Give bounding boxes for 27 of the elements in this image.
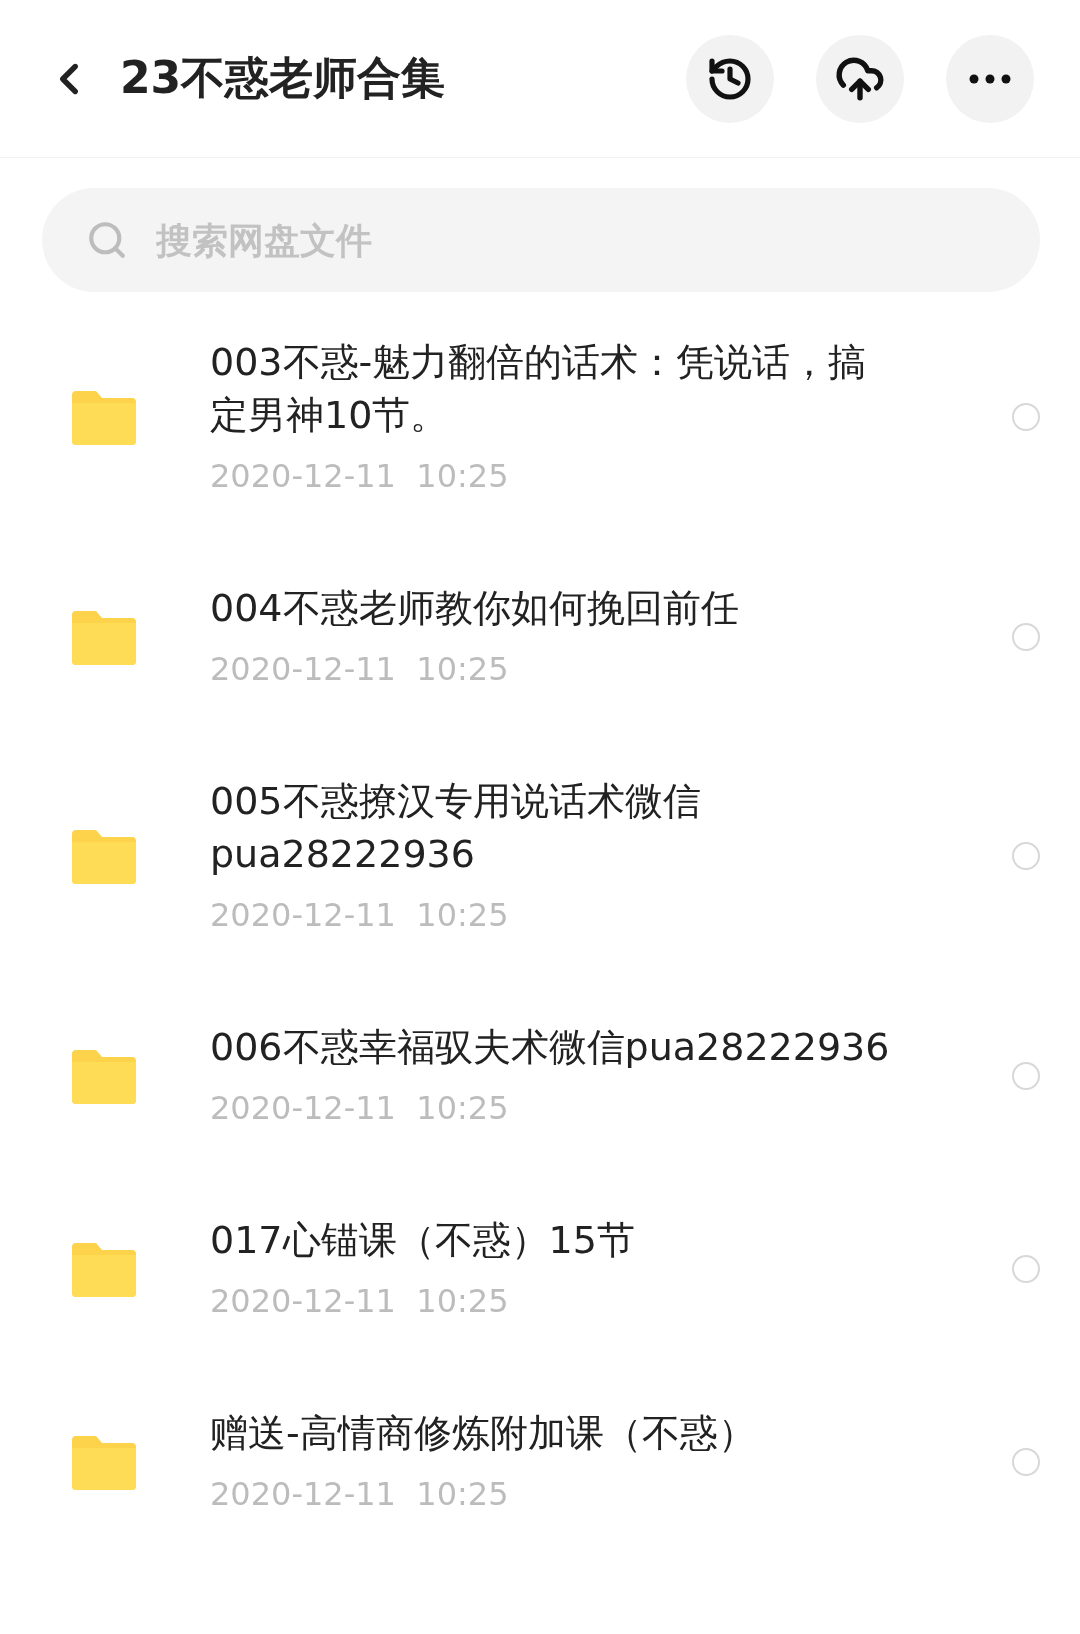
select-radio[interactable]: [1012, 1254, 1040, 1283]
file-date: 2020-12-11 10:25: [210, 456, 510, 497]
folder-icon: [72, 1433, 136, 1490]
folder-icon: [72, 608, 136, 665]
folder-icon: [72, 1240, 136, 1297]
folder-icon: [72, 389, 136, 445]
file-name[interactable]: 006不惑幸福驭夫术微信pua28222936: [210, 1021, 894, 1074]
file-name[interactable]: 赠送-高情商修炼附加课（不惑）: [210, 1407, 894, 1460]
file-date: 2020-12-11 10:25: [210, 1281, 510, 1322]
folder-icon: [72, 1047, 136, 1104]
folder-title: 23不惑老师合集: [120, 51, 447, 105]
select-radio[interactable]: [1012, 622, 1040, 651]
select-radio[interactable]: [1012, 1447, 1040, 1476]
select-radio[interactable]: [1012, 403, 1040, 431]
file-date: 2020-12-11 10:25: [210, 1474, 510, 1515]
file-name[interactable]: 005不惑撩汉专用说话术微信pua28222936: [210, 775, 894, 881]
file-date: 2020-12-11 10:25: [210, 649, 510, 690]
search-icon: [86, 219, 128, 261]
folder-icon: [72, 828, 136, 884]
file-date: 2020-12-11 10:25: [210, 895, 510, 936]
file-name[interactable]: 004不惑老师教你如何挽回前任: [210, 582, 894, 635]
more-icon: [969, 73, 1011, 84]
select-radio[interactable]: [1012, 1061, 1040, 1090]
select-radio[interactable]: [1012, 842, 1040, 870]
file-name[interactable]: 003不惑-魅力翻倍的话术：凭说话，搞定男神10节。: [210, 336, 894, 442]
file-date: 2020-12-11 10:25: [210, 1088, 510, 1129]
file-name[interactable]: 017心锚课（不惑）15节: [210, 1214, 894, 1267]
